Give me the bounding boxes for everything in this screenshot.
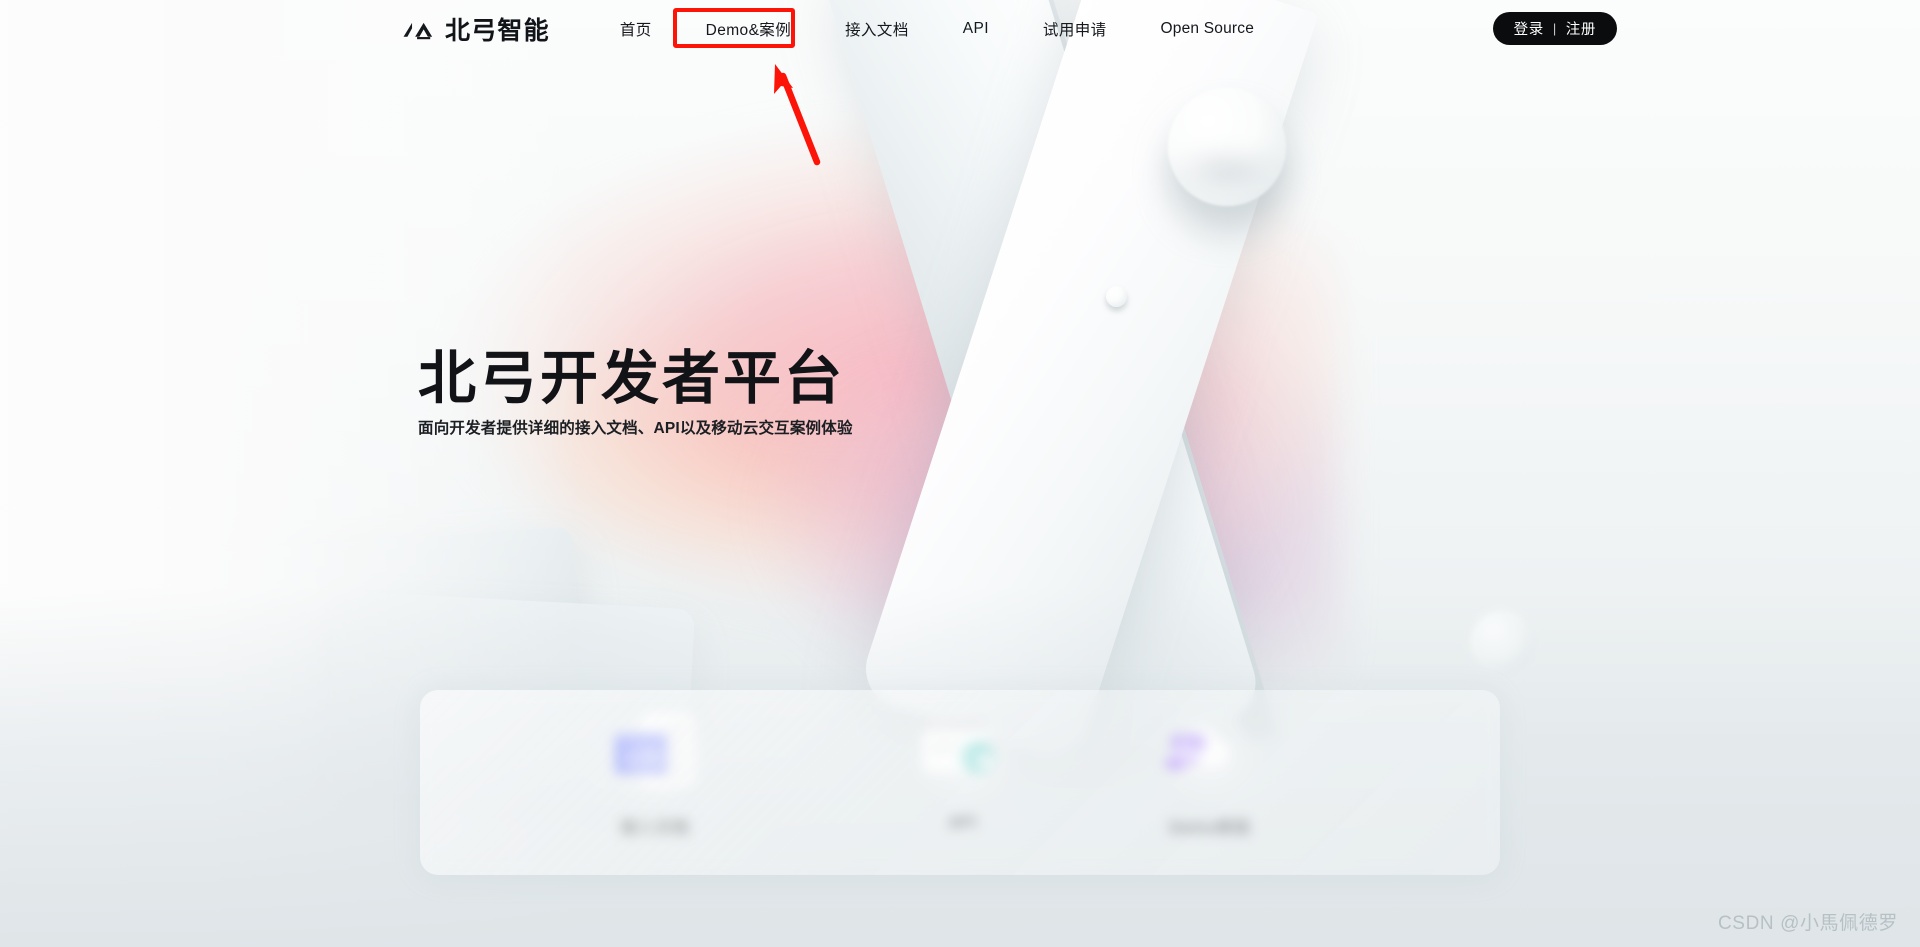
nav-item-api[interactable]: API xyxy=(949,13,1003,45)
floating-sphere-small-icon xyxy=(1106,286,1127,307)
beigong-mountain-logo-icon xyxy=(403,22,433,40)
nav-item-home[interactable]: 首页 xyxy=(606,11,666,47)
hero-title: 北弓开发者平台 xyxy=(418,346,846,411)
nav-links: 首页 Demo&案例 接入文档 API 试用申请 Open Source xyxy=(606,11,1268,47)
login-register-button[interactable]: 登录 | 注册 xyxy=(1492,12,1617,45)
feature-card-panel xyxy=(420,690,1500,875)
login-label[interactable]: 登录 xyxy=(1514,18,1544,39)
auth-separator: | xyxy=(1552,21,1557,36)
floating-sphere-lower-icon xyxy=(1470,610,1534,674)
hero-section: 北弓开发者平台 面向开发者提供详细的接入文档、API以及移动云交互案例体验 xyxy=(418,348,853,438)
floating-sphere-large-icon xyxy=(1168,88,1286,206)
top-navigation-bar: 北弓智能 首页 Demo&案例 接入文档 API 试用申请 Open Sourc… xyxy=(0,0,1920,58)
brand-logo[interactable]: 北弓智能 xyxy=(402,11,550,47)
page-stage: 北弓智能 首页 Demo&案例 接入文档 API 试用申请 Open Sourc… xyxy=(0,0,1920,947)
hero-subtitle: 面向开发者提供详细的接入文档、API以及移动云交互案例体验 xyxy=(418,420,853,438)
nav-item-open-source[interactable]: Open Source xyxy=(1147,13,1269,45)
register-label[interactable]: 注册 xyxy=(1566,18,1596,39)
nav-item-integration-docs[interactable]: 接入文档 xyxy=(831,11,923,47)
csdn-watermark: CSDN @小馬佩德罗 xyxy=(1717,913,1898,934)
nav-item-trial-application[interactable]: 试用申请 xyxy=(1029,11,1121,47)
nav-item-demo-cases[interactable]: Demo&案例 xyxy=(692,11,806,47)
brand-name: 北弓智能 xyxy=(445,17,550,45)
